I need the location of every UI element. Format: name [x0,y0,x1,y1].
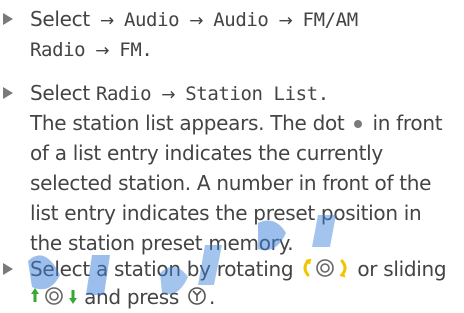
step-3-line-1: Select a station by rotating or sliding [30,256,447,285]
instruction-page: Select → Audio → Audio → FM/AM Radio → F… [0,0,464,313]
arrow-icon: → [161,85,176,105]
text-line: list entry indicates the preset position… [30,201,422,225]
triangle-bullet-icon [3,13,13,25]
menu-audio: Audio [123,9,180,31]
step-2-line-4: selected station. A number in front of t… [30,170,431,196]
text-line: Select a station by rotating [30,257,294,281]
menu-audio-2: Audio [213,9,269,31]
menu-radio: Radio [30,39,86,61]
menu-fm-am: FM/AM [302,9,359,31]
slide-controller-icon [30,285,78,313]
step-2-line-3: of a list entry indicates the currently [30,140,383,166]
text-line: The station list appears. The dot [30,111,345,135]
selected-dot-icon [354,119,363,128]
text-line: . [209,285,216,309]
arrow-icon: → [95,41,110,61]
select-word: Select [30,81,90,105]
text-line: in front [372,111,443,135]
rotate-controller-icon [299,257,351,285]
arrow-icon: → [189,11,204,31]
step-2-line-1: Select Radio → Station List. [30,80,329,108]
step-1-line-2: Radio → FM. [30,36,153,64]
menu-fm: FM. [119,39,153,61]
menu-station-list: Station List. [185,83,329,105]
press-controller-icon [185,285,209,313]
text-line: and press [84,285,179,309]
step-2-line-5: list entry indicates the preset position… [30,200,422,226]
text-line: selected station. A number in front of t… [30,171,432,195]
triangle-bullet-icon [3,263,13,275]
select-word: Select [30,7,90,31]
text-line: the station preset memory. [30,231,294,255]
text-line: or sliding [357,257,447,281]
menu-radio: Radio [95,83,152,105]
step-3-line-2: and press . [30,284,215,313]
triangle-bullet-icon [3,87,13,99]
step-2-line-2: The station list appears. The dot in fron… [30,110,443,136]
arrow-icon: → [278,11,293,31]
arrow-icon: → [99,11,114,31]
step-1-line-1: Select → Audio → Audio → FM/AM [30,6,358,34]
step-2-line-6: the station preset memory. [30,230,294,256]
text-line: of a list entry indicates the currently [30,141,383,165]
